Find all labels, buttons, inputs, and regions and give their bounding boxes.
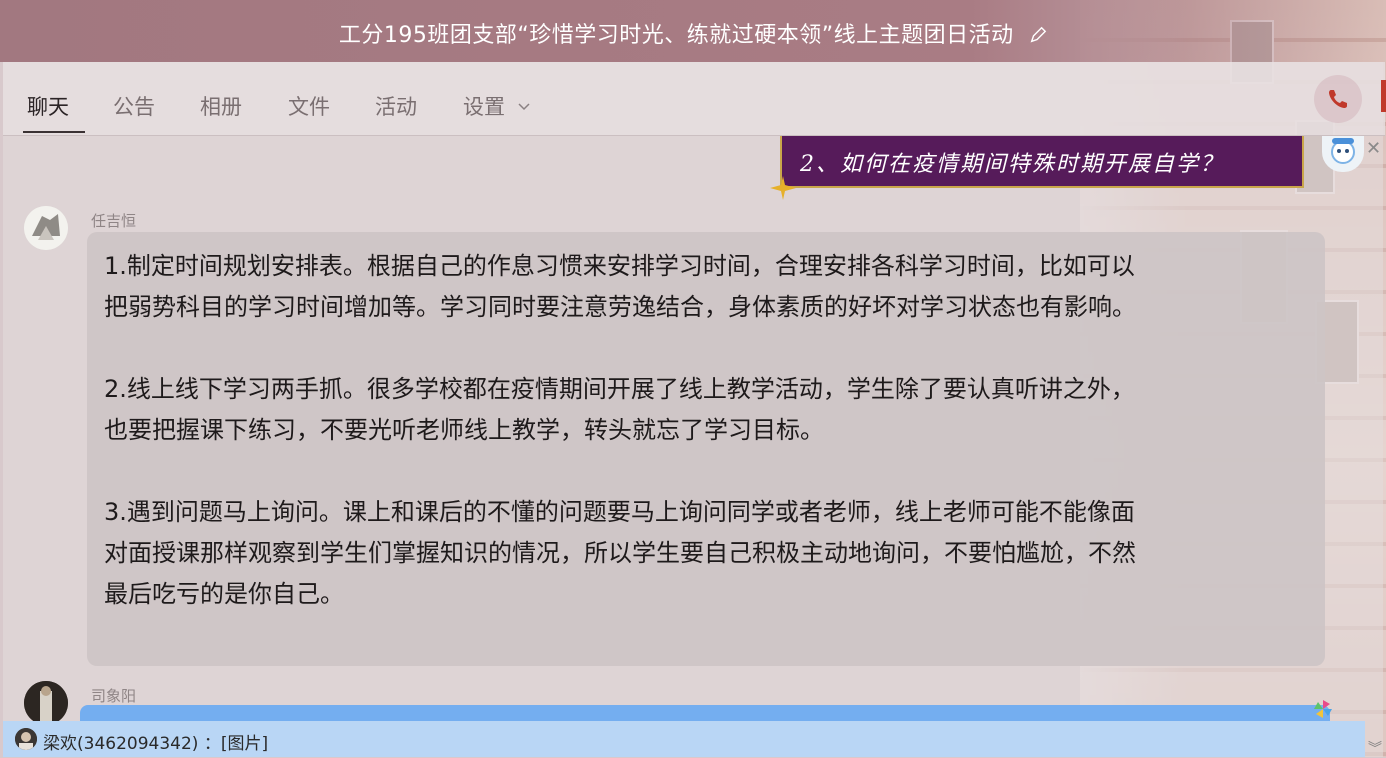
title-bar: 工分195班团支部“珍惜学习时光、练就过硬本领”线上主题团日活动 <box>0 0 1386 62</box>
avatar <box>15 728 37 750</box>
message-bubble[interactable]: 1.制定时间规划安排表。根据自己的作息习惯来安排学习时间，合理安排各科学习时间，… <box>87 232 1325 666</box>
avatar-image <box>15 728 37 750</box>
scroll-down-icon[interactable]: ︾ <box>1368 738 1382 758</box>
tab-bar: 聊天 公告 相册 文件 活动 设置 <box>3 62 1385 136</box>
tab-announcements[interactable]: 公告 <box>113 91 155 121</box>
active-tab-indicator <box>23 131 85 133</box>
edge-button[interactable] <box>1381 80 1386 112</box>
message-line: 也要把握课下练习，不要光听老师线上教学，转头就忘了学习目标。 <box>104 416 824 444</box>
sender-name: 任吉恒 <box>91 212 137 230</box>
avatar-image <box>24 681 68 725</box>
tab-settings-label: 设置 <box>463 95 505 119</box>
edit-icon[interactable] <box>1029 26 1047 44</box>
sender-name: 司象阳 <box>91 687 137 705</box>
close-icon[interactable]: ✕ <box>1366 138 1381 159</box>
tab-chat[interactable]: 聊天 <box>27 91 69 121</box>
group-title-text: 工分195班团支部“珍惜学习时光、练就过硬本领”线上主题团日活动 <box>338 23 1014 48</box>
topic-banner-text: 2、如何在疫情期间特殊时期开展自学？ <box>800 152 1224 177</box>
avatar-image <box>24 206 68 250</box>
sticker-avatar <box>1322 136 1364 172</box>
avatar[interactable] <box>24 206 68 250</box>
cartoon-icon <box>1331 138 1355 164</box>
topic-banner: 2、如何在疫情期间特殊时期开展自学？ <box>780 136 1304 188</box>
message-line: 把弱势科目的学习时间增加等。学习同时要注意劳逸结合，身体素质的好坏对学习状态也有… <box>104 293 1136 321</box>
notification-text: 梁欢(3462094342) ：[图片] <box>43 734 269 754</box>
message-line: 3.遇到问题马上询问。课上和课后的不懂的问题要马上询问同学或者老师，线上老师可能… <box>104 498 1135 526</box>
phone-icon <box>1329 90 1347 108</box>
avatar[interactable] <box>24 681 68 725</box>
star-icon <box>770 176 796 200</box>
call-button[interactable] <box>1314 75 1362 123</box>
message-line: 最后吃亏的是你自己。 <box>104 580 344 608</box>
chevron-down-icon <box>518 103 530 111</box>
message-line: 1.制定时间规划安排表。根据自己的作息习惯来安排学习时间，合理安排各科学习时间，… <box>104 252 1135 280</box>
group-title[interactable]: 工分195班团支部“珍惜学习时光、练就过硬本领”线上主题团日活动 <box>0 17 1386 49</box>
tab-files[interactable]: 文件 <box>288 91 330 121</box>
pinwheel-icon <box>1314 700 1332 718</box>
new-message-notification[interactable]: 梁欢(3462094342) ：[图片] <box>3 721 1365 757</box>
tab-activities[interactable]: 活动 <box>375 91 417 121</box>
tab-settings[interactable]: 设置 <box>463 91 530 121</box>
tab-album[interactable]: 相册 <box>200 91 242 121</box>
message-line: 对面授课那样观察到学生们掌握知识的情况，所以学生要自己积极主动地询问，不要怕尴尬… <box>104 539 1136 567</box>
message-line: 2.线上线下学习两手抓。很多学校都在疫情期间开展了线上教学活动，学生除了要认真听… <box>104 375 1135 403</box>
